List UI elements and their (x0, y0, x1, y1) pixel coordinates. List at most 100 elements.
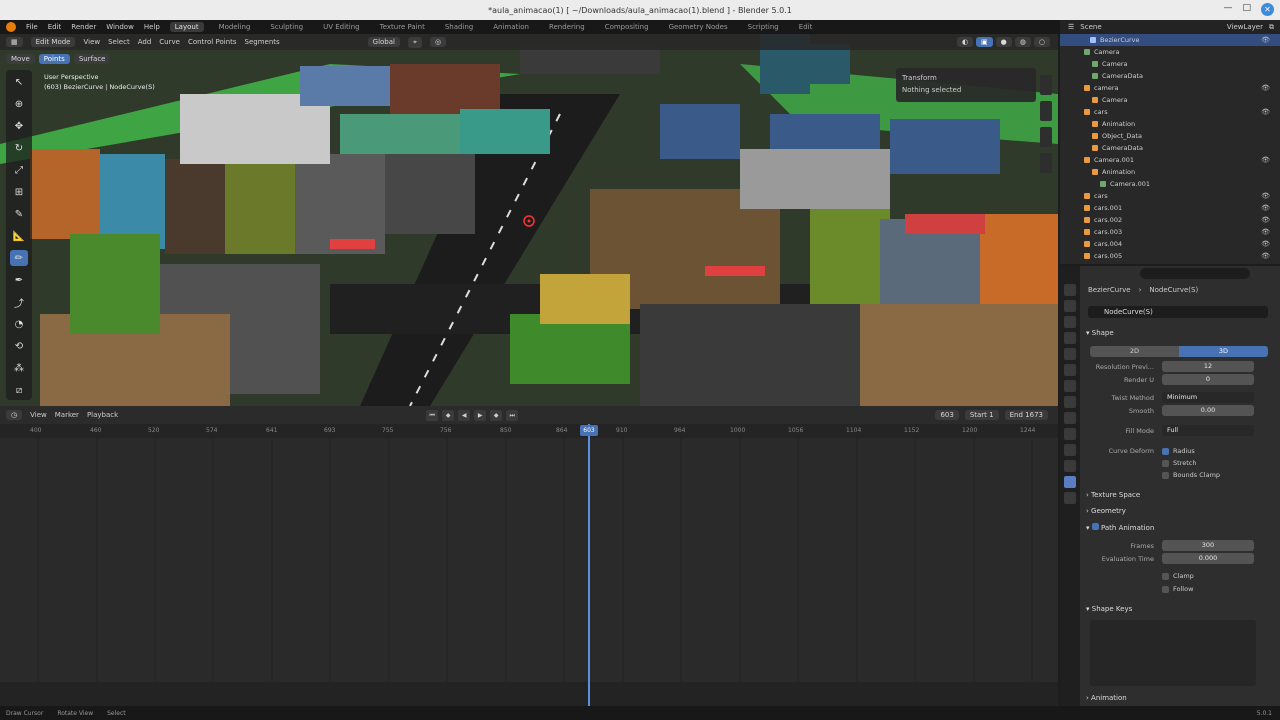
sidebar-tab-view[interactable] (1040, 127, 1052, 147)
object-tab-icon[interactable] (1064, 396, 1076, 408)
subtab-move[interactable]: Move (6, 53, 35, 64)
eye-icon[interactable]: 👁 (1261, 156, 1270, 164)
twist-method-select[interactable]: Minimum (1162, 392, 1254, 403)
outliner-row[interactable]: Camera (1060, 94, 1280, 106)
material-tab-icon[interactable] (1064, 492, 1076, 504)
tool-tab-icon[interactable] (1064, 284, 1076, 296)
outliner-row[interactable]: cars.003 👁 (1060, 226, 1280, 238)
scene-selector[interactable]: Scene (1080, 23, 1101, 31)
rendered-shading-icon[interactable]: ○ (1033, 37, 1050, 47)
menu-window[interactable]: Window (106, 23, 134, 31)
eye-icon[interactable]: 👁 (1261, 84, 1270, 92)
outliner-row[interactable]: Camera (1060, 58, 1280, 70)
constraints-tab-icon[interactable] (1064, 460, 1076, 472)
render-tab-icon[interactable] (1064, 300, 1076, 312)
outliner-row[interactable]: cars 👁 (1060, 190, 1280, 202)
properties-search[interactable] (1140, 268, 1250, 279)
physics-tab-icon[interactable] (1064, 444, 1076, 456)
tab-modeling[interactable]: Modeling (214, 22, 256, 32)
eye-icon[interactable]: 👁 (1261, 108, 1270, 116)
tab-sculpting[interactable]: Sculpting (265, 22, 308, 32)
timeline-area[interactable] (0, 438, 1058, 682)
tilt-tool-icon[interactable]: ⟲ (10, 338, 28, 354)
outliner-row[interactable]: cars.001 👁 (1060, 202, 1280, 214)
eye-icon[interactable]: 👁 (1261, 204, 1270, 212)
extrude-tool-icon[interactable]: ⤴ (10, 294, 28, 310)
shape-keys-section[interactable]: ▾ Shape Keys (1086, 605, 1132, 613)
tab-edit[interactable]: Edit (794, 22, 818, 32)
mode-selector[interactable]: Edit Mode (30, 37, 76, 47)
editor-type-button[interactable]: ▦ (6, 37, 23, 47)
annotate-tool-icon[interactable]: ✎ (10, 206, 28, 222)
path-animation-section[interactable]: ▾ Path Animation (1086, 523, 1154, 532)
tab-rendering[interactable]: Rendering (544, 22, 590, 32)
next-key-icon[interactable]: ◆ (490, 409, 503, 421)
measure-tool-icon[interactable]: 📐 (10, 228, 28, 244)
frames-field[interactable]: 300 (1162, 540, 1254, 551)
outliner-row[interactable]: CameraData (1060, 142, 1280, 154)
outliner-row[interactable]: Animation (1060, 118, 1280, 130)
tab-layout[interactable]: Layout (169, 22, 204, 32)
view-layer-selector[interactable]: ViewLayer (1227, 23, 1263, 31)
scene-tab-icon[interactable] (1064, 348, 1076, 360)
viewport-menu-control-points[interactable]: Control Points (188, 38, 237, 46)
outliner-row[interactable]: cars 👁 (1060, 106, 1280, 118)
blender-logo-icon[interactable] (6, 22, 16, 32)
jump-start-icon[interactable]: ⏮ (426, 409, 439, 421)
overlay-icon[interactable]: ◐ (956, 37, 974, 47)
popup-transform[interactable]: Transform (902, 72, 1030, 84)
world-tab-icon[interactable] (1064, 364, 1076, 376)
menu-render[interactable]: Render (71, 23, 96, 31)
subtab-surface[interactable]: Surface (73, 53, 111, 64)
viewport-menu-select[interactable]: Select (108, 38, 130, 46)
outliner-editor-icon[interactable]: ☰ (1068, 23, 1074, 31)
prev-key-icon[interactable]: ◆ (442, 409, 455, 421)
shear-tool-icon[interactable]: ⧄ (10, 382, 28, 398)
outliner-row[interactable]: Animation (1060, 166, 1280, 178)
timeline-menu-marker[interactable]: Marker (55, 411, 79, 419)
viewport-menu-add[interactable]: Add (138, 38, 152, 46)
snap-icon[interactable]: ⌖ (408, 36, 422, 48)
tab-animation[interactable]: Animation (488, 22, 534, 32)
rotate-tool-icon[interactable]: ↻ (10, 140, 28, 156)
randomize-tool-icon[interactable]: ⁂ (10, 360, 28, 376)
end-frame-field[interactable]: End 1673 (1004, 410, 1048, 420)
sidebar-tab-edit[interactable] (1040, 153, 1052, 173)
menu-help[interactable]: Help (144, 23, 160, 31)
resolution-preview-field[interactable]: 12 (1162, 361, 1254, 372)
start-frame-field[interactable]: Start 1 (964, 410, 999, 420)
draw-tool-icon[interactable]: ✏ (10, 250, 28, 266)
modifier-tab-icon[interactable] (1064, 412, 1076, 424)
outliner-row[interactable]: cars.004 👁 (1060, 238, 1280, 250)
cursor-tool-icon[interactable]: ⊕ (10, 96, 28, 112)
animation-section[interactable]: › Animation (1086, 694, 1127, 702)
follow-checkbox[interactable]: Follow (1162, 585, 1193, 593)
eye-icon[interactable]: 👁 (1261, 240, 1270, 248)
dimension-2d-button[interactable]: 2D (1090, 346, 1179, 357)
timeline-ruler[interactable]: 400 460 520 574 641 693 755 756 850 864 … (0, 424, 1058, 438)
playhead-frame-label[interactable]: 603 (580, 425, 598, 436)
play-icon[interactable]: ▶ (474, 409, 487, 421)
tab-geometry-nodes[interactable]: Geometry Nodes (664, 22, 733, 32)
outliner-row[interactable]: camera 👁 (1060, 82, 1280, 94)
outliner-row[interactable]: cars.005 👁 (1060, 250, 1280, 262)
render-u-field[interactable]: 0 (1162, 374, 1254, 385)
menu-edit[interactable]: Edit (48, 23, 62, 31)
view-layer-icon[interactable]: ⧉ (1269, 23, 1280, 32)
tab-uv-editing[interactable]: UV Editing (318, 22, 365, 32)
transform-tool-icon[interactable]: ⊞ (10, 184, 28, 200)
tab-compositing[interactable]: Compositing (600, 22, 654, 32)
solid-shading-icon[interactable]: ● (995, 37, 1012, 47)
subtab-points[interactable]: Points (38, 53, 70, 64)
shape-keys-list[interactable] (1090, 620, 1256, 686)
viewport-menu-curve[interactable]: Curve (159, 38, 180, 46)
shape-section-header[interactable]: ▾ Shape (1086, 329, 1114, 337)
eye-icon[interactable]: 👁 (1261, 228, 1270, 236)
smooth-field[interactable]: 0.00 (1162, 405, 1254, 416)
timeline-scrollbar[interactable] (0, 682, 1058, 706)
texture-space-section[interactable]: › Texture Space (1086, 491, 1140, 499)
minimize-icon[interactable]: — (1223, 3, 1232, 16)
clamp-checkbox[interactable]: Clamp (1162, 572, 1194, 580)
select-tool-icon[interactable]: ↖ (10, 74, 28, 90)
geometry-section[interactable]: › Geometry (1086, 507, 1126, 515)
